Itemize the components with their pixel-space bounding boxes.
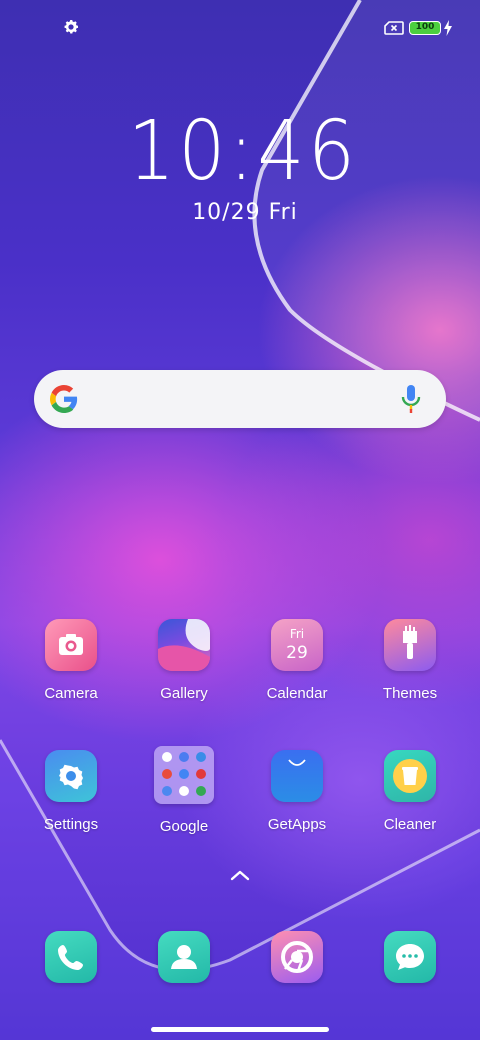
folder-mini-icons bbox=[162, 752, 206, 796]
bolt-icon bbox=[444, 20, 452, 36]
app-calendar[interactable]: Fri 29 Calendar bbox=[247, 619, 347, 702]
settings-gear-icon bbox=[45, 750, 97, 802]
dock-phone[interactable] bbox=[21, 931, 121, 983]
app-settings[interactable]: Settings bbox=[21, 750, 121, 833]
app-label: Cleaner bbox=[383, 816, 437, 833]
clock-time[interactable]: 10:46 bbox=[0, 104, 480, 199]
dock-messages[interactable] bbox=[360, 931, 460, 983]
gallery-icon bbox=[158, 619, 210, 671]
app-camera[interactable]: Camera bbox=[21, 619, 121, 702]
app-gallery[interactable]: Gallery bbox=[134, 619, 234, 702]
app-label: Camera bbox=[44, 685, 98, 702]
dock-contacts[interactable] bbox=[134, 931, 234, 983]
calendar-icon: Fri 29 bbox=[271, 619, 323, 671]
battery-indicator: 100 bbox=[409, 21, 441, 35]
clock-date[interactable]: 10/29 Fri bbox=[0, 200, 480, 225]
app-getapps[interactable]: GetApps bbox=[247, 750, 347, 833]
google-g-icon bbox=[50, 385, 78, 413]
app-label: Settings bbox=[43, 816, 99, 833]
chrome-icon bbox=[271, 931, 323, 983]
shopping-bag-icon bbox=[271, 750, 323, 802]
clock-time-text: 10:46 bbox=[127, 104, 359, 199]
app-label: Gallery bbox=[160, 685, 208, 702]
google-search-bar[interactable] bbox=[34, 370, 446, 428]
gesture-navigation-bar[interactable] bbox=[151, 1027, 329, 1032]
phone-icon bbox=[45, 931, 97, 983]
gear-icon[interactable] bbox=[62, 18, 80, 36]
calendar-day: Fri bbox=[289, 627, 305, 641]
folder-google[interactable]: Google bbox=[134, 746, 234, 835]
mic-icon[interactable] bbox=[400, 384, 422, 414]
messages-icon bbox=[384, 931, 436, 983]
brush-icon bbox=[384, 619, 436, 671]
app-label: Google bbox=[159, 818, 209, 835]
dock-chrome[interactable] bbox=[247, 931, 347, 983]
app-themes[interactable]: Themes bbox=[360, 619, 460, 702]
app-label: Themes bbox=[382, 685, 438, 702]
app-label: GetApps bbox=[267, 816, 327, 833]
folder-icon bbox=[154, 746, 214, 804]
chevron-up-icon[interactable] bbox=[229, 868, 251, 882]
trash-icon bbox=[384, 750, 436, 802]
calendar-date: 29 bbox=[286, 643, 308, 663]
contacts-icon bbox=[158, 931, 210, 983]
camera-icon bbox=[45, 619, 97, 671]
app-cleaner[interactable]: Cleaner bbox=[360, 750, 460, 833]
no-sim-icon bbox=[384, 21, 404, 35]
status-bar: 100 bbox=[0, 0, 480, 56]
app-label: Calendar bbox=[266, 685, 328, 702]
